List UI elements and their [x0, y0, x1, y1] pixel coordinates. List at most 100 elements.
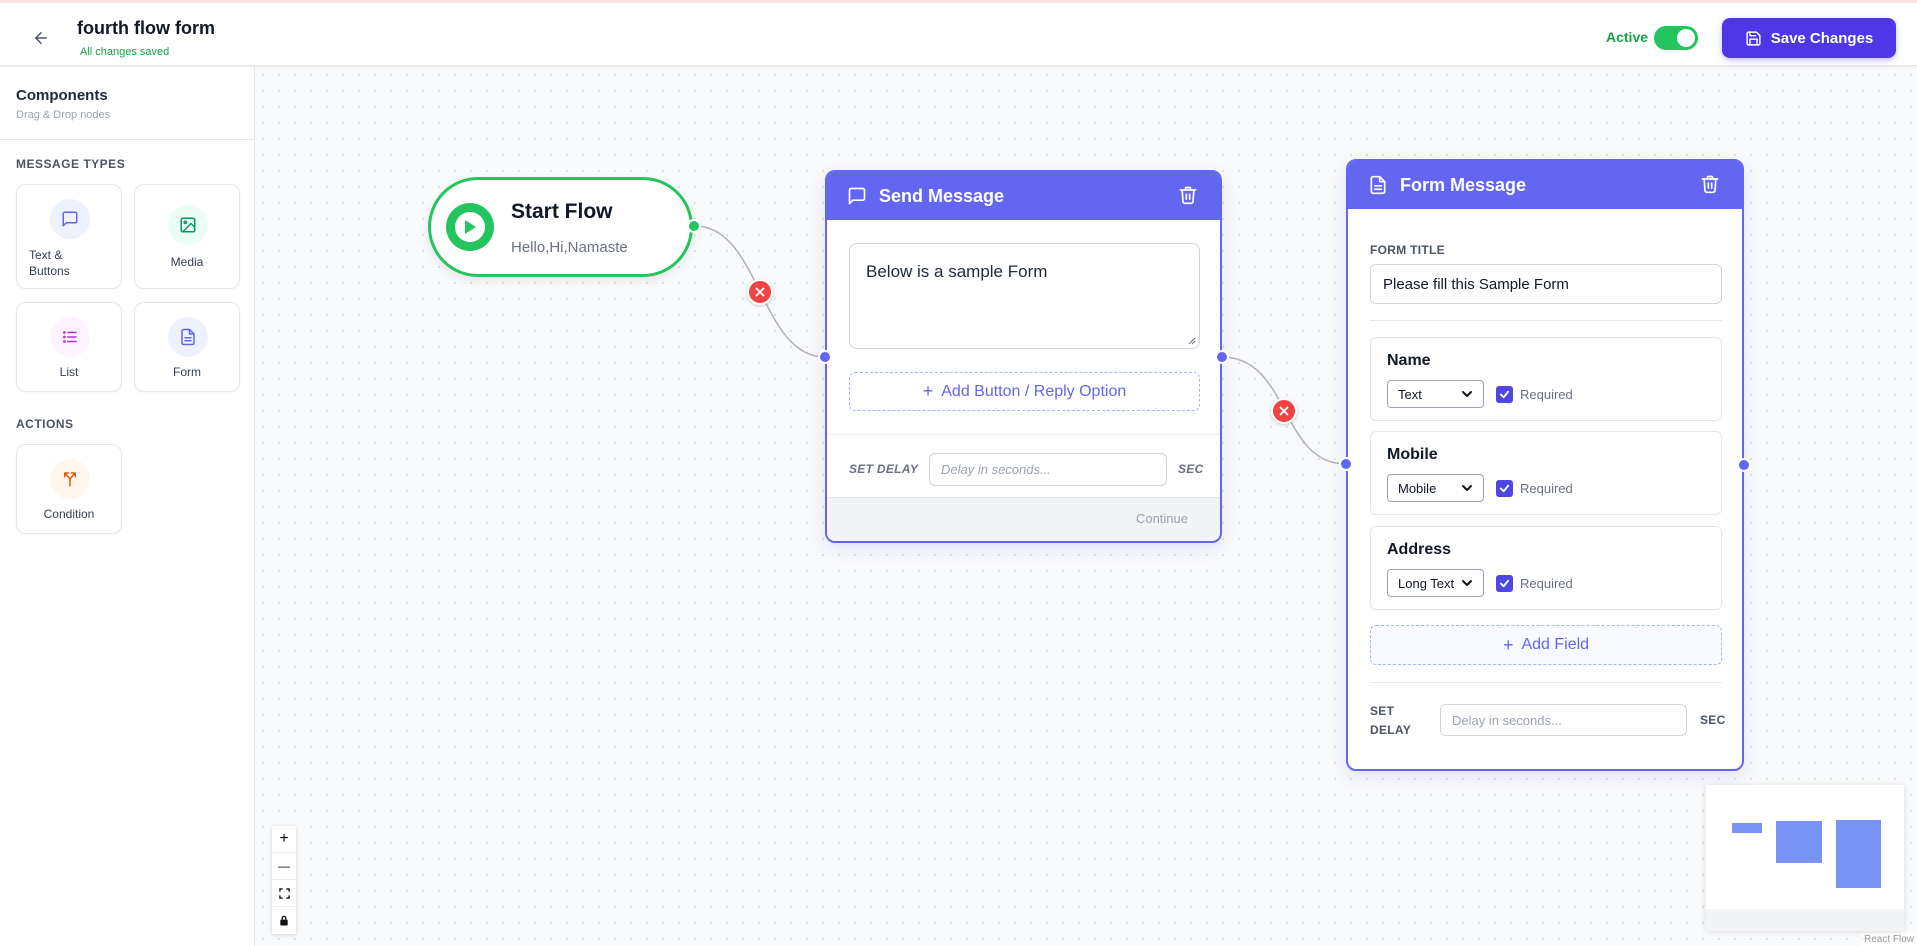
- toggle-knob: [1677, 29, 1695, 47]
- send-message-node[interactable]: Send Message Below is a sample Form + Ad…: [825, 170, 1222, 543]
- field-type-value: Text: [1398, 386, 1422, 402]
- chevron-down-icon: [1462, 391, 1472, 397]
- plus-icon: +: [922, 381, 934, 401]
- flow-name[interactable]: fourth flow form: [77, 18, 215, 39]
- field-name[interactable]: Mobile: [1387, 446, 1438, 464]
- required-label: Required: [1520, 387, 1573, 402]
- start-flow-keywords: Hello,Hi,Namaste: [511, 239, 628, 256]
- form-field-card: Name Text Required: [1370, 337, 1722, 421]
- component-condition-label: Condition: [43, 507, 95, 521]
- form-set-delay-label: SET DELAY: [1370, 702, 1411, 740]
- play-icon: [446, 203, 494, 251]
- delay-placeholder: Delay in seconds...: [941, 462, 1051, 477]
- zoom-in-button[interactable]: +: [272, 826, 296, 853]
- plus-icon: +: [279, 830, 289, 847]
- minimap-node-start: [1732, 823, 1762, 833]
- check-icon: [1499, 579, 1510, 588]
- close-icon: [1279, 406, 1289, 416]
- field-type-select[interactable]: Long Text: [1387, 569, 1484, 597]
- fit-view-icon: [278, 887, 290, 899]
- components-sidebar: Components Drag & Drop nodes MESSAGE TYP…: [0, 67, 255, 946]
- send-source-handle[interactable]: [1215, 350, 1229, 364]
- trash-icon[interactable]: [1700, 174, 1720, 194]
- component-media[interactable]: Media: [134, 184, 240, 289]
- form-field-card: Mobile Mobile Required: [1370, 431, 1722, 515]
- message-textarea[interactable]: Below is a sample Form: [849, 243, 1200, 349]
- top-bar: fourth flow form All changes saved Activ…: [0, 0, 1917, 66]
- react-flow-attribution[interactable]: React Flow: [1860, 933, 1917, 946]
- list-icon: [50, 317, 90, 357]
- active-toggle[interactable]: [1654, 26, 1698, 50]
- form-title-value: Please fill this Sample Form: [1383, 275, 1569, 293]
- close-icon: [755, 287, 765, 297]
- delete-edge-button[interactable]: [747, 279, 773, 305]
- form-message-node[interactable]: Form Message FORM TITLE Please fill this…: [1346, 159, 1744, 771]
- fit-view-button[interactable]: [272, 880, 296, 907]
- sidebar-divider: [0, 139, 255, 140]
- component-text-buttons-label: Text & Buttons: [29, 247, 70, 279]
- chevron-down-icon: [1462, 580, 1472, 586]
- chevron-down-icon: [1462, 485, 1472, 491]
- delete-edge-button[interactable]: [1271, 398, 1297, 424]
- minimap[interactable]: [1706, 785, 1904, 931]
- component-text-buttons[interactable]: Text & Buttons: [16, 184, 122, 289]
- field-name[interactable]: Address: [1387, 541, 1451, 559]
- save-icon: [1746, 30, 1761, 46]
- document-icon: [168, 317, 208, 357]
- label-line-2: Buttons: [29, 264, 70, 278]
- field-type-value: Mobile: [1398, 480, 1437, 496]
- save-changes-label: Save Changes: [1770, 29, 1874, 47]
- send-target-handle[interactable]: [818, 350, 832, 364]
- zoom-controls: + —: [272, 826, 296, 934]
- component-condition[interactable]: Condition: [16, 444, 122, 534]
- delay-unit: SEC: [1178, 462, 1204, 476]
- form-delay-divider: [1370, 682, 1722, 683]
- field-type-select[interactable]: Mobile: [1387, 474, 1484, 502]
- component-form-label: Form: [173, 365, 201, 379]
- add-button-label: Add Button / Reply Option: [941, 382, 1127, 400]
- add-button-reply-option[interactable]: + Add Button / Reply Option: [849, 372, 1200, 411]
- lock-button[interactable]: [272, 907, 296, 934]
- message-types-heading: MESSAGE TYPES: [16, 157, 126, 171]
- component-form[interactable]: Form: [134, 302, 240, 392]
- save-changes-button[interactable]: Save Changes: [1722, 18, 1896, 58]
- delay-input[interactable]: Delay in seconds...: [929, 453, 1167, 486]
- actions-heading: ACTIONS: [16, 417, 74, 431]
- start-source-handle[interactable]: [687, 219, 701, 233]
- required-checkbox[interactable]: [1496, 480, 1513, 497]
- minimap-node-send: [1776, 821, 1822, 863]
- check-icon: [1499, 484, 1510, 493]
- send-message-title: Send Message: [879, 186, 1005, 206]
- back-button[interactable]: [28, 25, 54, 51]
- label-line-1: Text &: [29, 248, 63, 262]
- start-flow-node[interactable]: Start Flow Hello,Hi,Namaste: [428, 177, 693, 277]
- resize-grip-icon[interactable]: [1188, 337, 1196, 345]
- document-icon: [1370, 175, 1386, 195]
- field-name[interactable]: Name: [1387, 352, 1431, 370]
- required-label: Required: [1520, 481, 1573, 496]
- component-list-label: List: [59, 365, 79, 379]
- field-type-select[interactable]: Text: [1387, 380, 1484, 408]
- minus-icon: —: [278, 859, 290, 873]
- form-title-input[interactable]: Please fill this Sample Form: [1370, 264, 1722, 304]
- form-message-header: Form Message: [1348, 161, 1742, 209]
- form-target-handle[interactable]: [1339, 457, 1353, 471]
- continue-label: Continue: [1135, 511, 1188, 526]
- required-checkbox[interactable]: [1496, 575, 1513, 592]
- component-list[interactable]: List: [16, 302, 122, 392]
- form-source-handle[interactable]: [1737, 458, 1751, 472]
- zoom-out-button[interactable]: —: [272, 853, 296, 880]
- trash-icon[interactable]: [1178, 185, 1198, 205]
- required-checkbox[interactable]: [1496, 386, 1513, 403]
- label-line-1: SET: [1370, 704, 1395, 718]
- form-field-card: Address Long Text Required: [1370, 526, 1722, 610]
- arrow-left-icon: [35, 32, 47, 44]
- label-line-2: DELAY: [1370, 723, 1412, 737]
- form-delay-input[interactable]: Delay in seconds...: [1440, 704, 1687, 736]
- component-media-label: Media: [170, 255, 204, 269]
- chat-icon: [50, 199, 90, 239]
- minimap-node-form: [1836, 820, 1881, 888]
- add-field-button[interactable]: + Add Field: [1370, 625, 1722, 665]
- required-label: Required: [1520, 576, 1573, 591]
- set-delay-label: SET DELAY: [849, 462, 919, 476]
